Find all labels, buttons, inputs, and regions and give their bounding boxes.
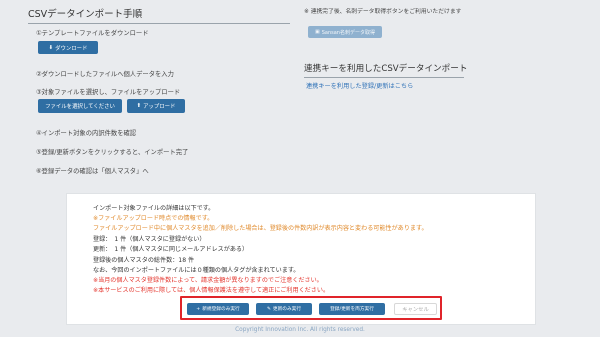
detail-note-count-change: ファイルアップロード中に個人マスタを追加／削除した場合は、登録後の件数内訳が表示…	[93, 225, 428, 232]
detail-note-upload-time: ※ファイルアップロード時点での情報です。	[93, 215, 214, 222]
step-1: ①テンプレートファイルをダウンロード	[36, 30, 149, 37]
download-button-label: ダウンロード	[55, 45, 88, 52]
cancel-button-label: キャンセル	[402, 307, 429, 313]
step-6: ⑥登録データの確認は「個人マスタ」へ	[36, 168, 149, 175]
cancel-button[interactable]: キャンセル	[394, 303, 437, 315]
detail-billing-warning: ※当月の個人マスタ登録件数によって、請求金額が異なりますのでご注意ください。	[93, 277, 323, 284]
sansan-fetch-button[interactable]: ▣ Sansan名刺データ取得	[308, 26, 382, 38]
action-buttons-group: + 新規登録のみ実行 ✎ 更新のみ実行 登録/更新を両方実行 キャンセル	[180, 296, 442, 320]
register-update-both-button[interactable]: 登録/更新を両方実行	[319, 303, 385, 315]
upload-icon: ⬆	[136, 103, 142, 109]
download-icon: ⬇	[48, 44, 54, 51]
update-only-button[interactable]: ✎ 更新のみ実行	[256, 303, 312, 315]
detail-intro: インポート対象ファイルの詳細は以下です。	[93, 205, 215, 212]
step-3: ③対象ファイルを選択し、ファイルをアップロード	[36, 89, 181, 96]
footer-copyright: Copyright Innovation Inc. All rights res…	[235, 327, 365, 333]
detail-total-count: 登録後の個人マスタの総件数：18 件	[93, 257, 195, 264]
upload-button-label: アップロード	[143, 104, 176, 110]
select-file-button[interactable]: ファイルを選択してください	[38, 99, 122, 113]
upload-button[interactable]: ⬆ アップロード	[127, 99, 185, 113]
select-file-button-label: ファイルを選択してください	[45, 104, 115, 110]
steps-title: CSVデータインポート手順	[28, 6, 290, 24]
plus-icon: +	[196, 306, 201, 312]
card-icon: ▣	[315, 29, 320, 35]
detail-update-count: 更新： 1 件（個人マスタに同じメールアドレスがある）	[93, 246, 249, 253]
detail-tag-info: なお、今回のインポートファイルには０種類の個人タグが含まれています。	[93, 267, 300, 274]
edit-icon: ✎	[266, 306, 271, 312]
new-only-button-label: 新規登録のみ実行	[202, 307, 240, 312]
sansan-fetch-button-label: Sansan名刺データ取得	[321, 29, 375, 36]
key-import-link[interactable]: 連携キーを利用した登録/更新はこちら	[306, 81, 413, 90]
step-2: ②ダウンロードしたファイルへ個人データを入力	[36, 71, 174, 78]
right-column: ※ 連携完了後、名刺データ取得ボタンをご利用いただけます ▣ Sansan名刺デ…	[304, 6, 566, 90]
new-only-button[interactable]: + 新規登録のみ実行	[187, 303, 249, 315]
page: CSVデータインポート手順 ①テンプレートファイルをダウンロード ⬇ ダウンロー…	[0, 0, 600, 337]
register-update-both-button-label: 登録/更新を両方実行	[330, 307, 374, 312]
step-4: ④インポート対象の内訳件数を確認	[36, 130, 137, 137]
import-detail-panel: インポート対象ファイルの詳細は以下です。 ※ファイルアップロード時点での情報です…	[66, 193, 536, 325]
step-5: ⑤登録/更新ボタンをクリックすると、インポート完了	[36, 149, 189, 156]
key-import-title: 連携キーを利用したCSVデータインポート	[304, 62, 467, 78]
download-button[interactable]: ⬇ ダウンロード	[38, 41, 98, 54]
update-only-button-label: 更新のみ実行	[272, 307, 302, 312]
csv-import-steps: CSVデータインポート手順 ①テンプレートファイルをダウンロード ⬇ ダウンロー…	[28, 6, 290, 175]
sansan-note: ※ 連携完了後、名刺データ取得ボタンをご利用いただけます	[304, 9, 462, 15]
detail-privacy-warning: ※本サービスのご利用に際しては、個人情報保護法を遵守して適正にご利用ください。	[93, 287, 330, 294]
detail-new-count: 登録： 1 件（個人マスタに登録がない）	[93, 236, 206, 243]
